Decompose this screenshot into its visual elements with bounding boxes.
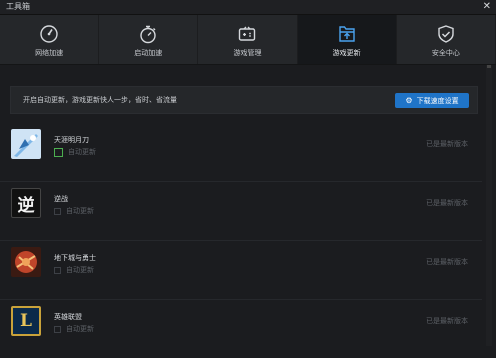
checkbox[interactable]: [54, 266, 61, 274]
update-status: 已是最新版本: [426, 317, 468, 325]
auto-update-banner: 开启自动更新，游戏更新快人一步，省时、省流量 ⚙ 下载速度设置: [10, 86, 478, 114]
checkbox[interactable]: [54, 325, 61, 333]
checkbox-checked[interactable]: [54, 147, 63, 157]
tab-security-center[interactable]: 安全中心: [397, 15, 496, 64]
checkbox[interactable]: [54, 207, 61, 215]
auto-update-label: 自动更新: [68, 148, 96, 156]
game-row-nizhan: 逆 逆战 自动更新 已是最新版本: [0, 182, 482, 241]
auto-update-toggle[interactable]: 自动更新: [54, 147, 96, 157]
stopwatch-icon: [137, 23, 159, 45]
update-panel: 开启自动更新，游戏更新快人一步，省时、省流量 ⚙ 下载速度设置 天涯明月刀 自动…: [0, 65, 496, 346]
auto-update-label: 自动更新: [66, 266, 94, 274]
game-name: 逆战: [54, 195, 68, 203]
banner-text: 开启自动更新，游戏更新快人一步，省时、省流量: [23, 96, 177, 104]
scrollbar-thumb[interactable]: [487, 65, 491, 68]
window-title: 工具箱: [6, 2, 30, 11]
tab-label: 启动加速: [134, 49, 163, 57]
tab-game-management[interactable]: 游戏管理: [198, 15, 298, 64]
tab-label: 游戏更新: [332, 49, 361, 57]
button-label: 下载速度设置: [416, 96, 459, 105]
lol-game-icon: L: [11, 306, 41, 336]
auto-update-toggle[interactable]: 自动更新: [54, 265, 94, 275]
icon-glyph: 逆: [17, 195, 35, 216]
gear-icon: ⚙: [405, 96, 413, 105]
speedometer-icon: [38, 23, 60, 45]
tab-label: 安全中心: [431, 49, 460, 57]
tab-label: 游戏管理: [233, 49, 262, 57]
update-status: 已是最新版本: [426, 258, 468, 266]
tab-network-boost[interactable]: 网络加速: [0, 15, 100, 64]
tab-label: 网络加速: [35, 49, 64, 57]
close-icon[interactable]: ✕: [483, 0, 491, 14]
auto-update-toggle[interactable]: 自动更新: [54, 206, 94, 216]
game-name: 英雄联盟: [54, 313, 82, 321]
tab-startup-boost[interactable]: 启动加速: [99, 15, 199, 64]
update-status: 已是最新版本: [426, 140, 468, 148]
tab-game-update[interactable]: 游戏更新: [297, 15, 397, 64]
update-status: 已是最新版本: [426, 199, 468, 207]
update-upload-icon: [336, 23, 358, 45]
auto-update-toggle[interactable]: 自动更新: [54, 324, 94, 334]
tab-bar: 网络加速 启动加速 游戏管理 游戏更新 安全中心: [0, 15, 496, 65]
download-speed-settings-button[interactable]: ⚙ 下载速度设置: [395, 93, 469, 108]
scrollbar[interactable]: [486, 65, 492, 346]
game-row-dnf: 地下城与勇士 自动更新 已是最新版本: [0, 241, 482, 300]
gamepad-icon: [236, 23, 258, 45]
game-name: 天涯明月刀: [54, 136, 89, 144]
auto-update-label: 自动更新: [66, 207, 94, 215]
game-row-lol: L 英雄联盟 自动更新 已是最新版本: [0, 300, 482, 358]
game-row-tianya: 天涯明月刀 自动更新 已是最新版本: [0, 123, 482, 182]
game-list: 天涯明月刀 自动更新 已是最新版本 逆 逆战 自动更新 已是最新版本 地下城与勇…: [0, 123, 482, 358]
game-name: 地下城与勇士: [54, 254, 96, 262]
icon-glyph: L: [20, 311, 32, 331]
shield-check-icon: [435, 23, 457, 45]
tianya-game-icon: [11, 129, 41, 159]
auto-update-label: 自动更新: [66, 325, 94, 333]
title-bar: 工具箱 ✕: [0, 0, 496, 15]
dnf-game-icon: [11, 247, 41, 277]
nizhan-game-icon: 逆: [11, 188, 41, 218]
